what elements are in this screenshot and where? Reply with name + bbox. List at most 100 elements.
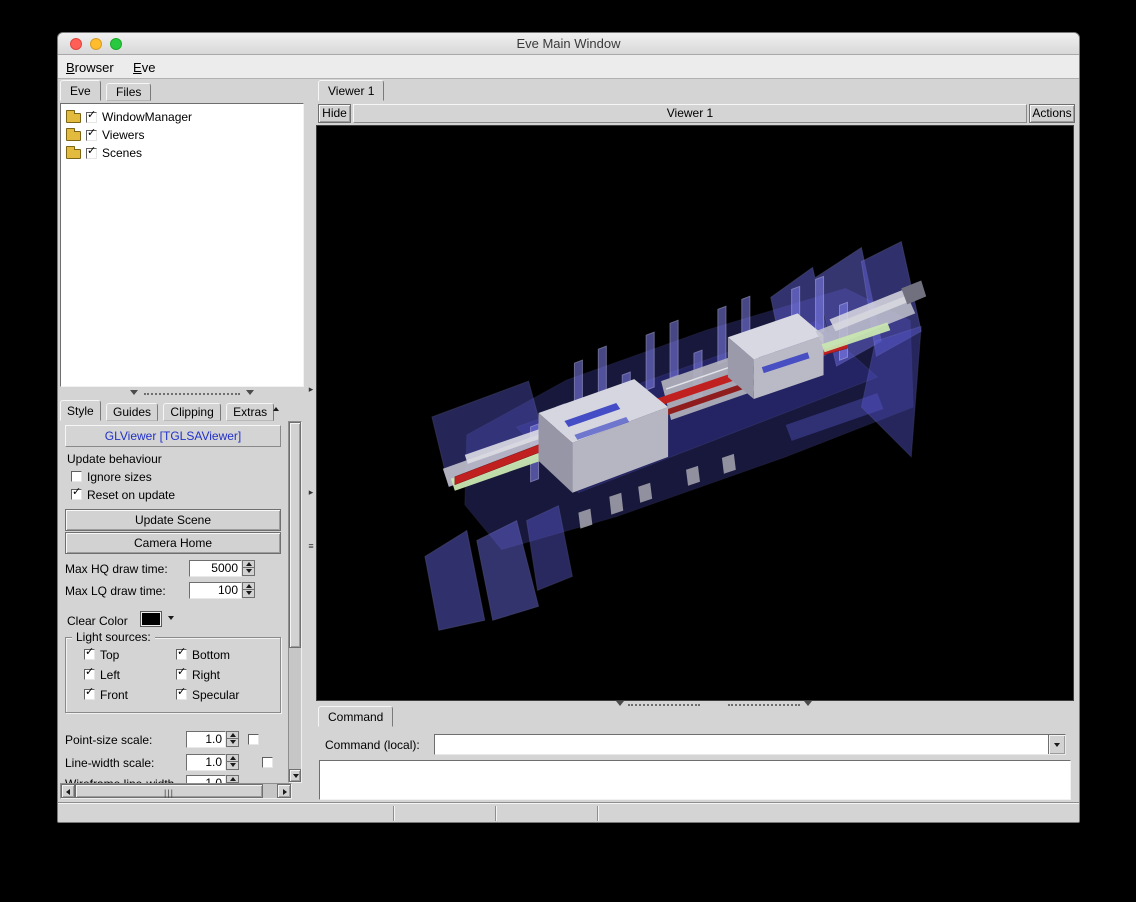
splitter-arrow-icon[interactable]: ▸ (306, 487, 316, 497)
tab-scroll-up-icon[interactable] (273, 407, 279, 411)
chevron-down-icon (246, 390, 254, 395)
scroll-right-button[interactable] (277, 784, 291, 798)
light-top-checkbox[interactable]: ✓ (84, 649, 95, 660)
line-width-checkbox[interactable] (262, 757, 273, 768)
reset-on-update-checkbox[interactable]: ✓ (71, 489, 82, 500)
command-output[interactable] (319, 760, 1071, 800)
spinner-down-button[interactable] (226, 761, 239, 770)
tree-item-checkbox[interactable]: ✓ (86, 130, 97, 141)
scroll-left-button[interactable] (61, 784, 75, 798)
check-icon: ✓ (87, 146, 96, 157)
command-label: Command (local): (325, 738, 420, 752)
folder-icon (66, 149, 81, 159)
scrollbar-thumb[interactable]: ||| (75, 784, 263, 798)
combobox-dropdown-button[interactable] (1048, 735, 1065, 754)
ignore-sizes-option[interactable]: Ignore sizes (71, 469, 152, 484)
window-titlebar[interactable]: Eve Main Window (58, 33, 1079, 55)
light-left-option[interactable]: ✓Left (84, 667, 120, 682)
spinner-up-icon (230, 756, 236, 760)
viewer-panel: Viewer 1 Hide Viewer 1 Actions (316, 79, 1079, 802)
spinner-up-icon (230, 733, 236, 737)
light-bottom-checkbox[interactable]: ✓ (176, 649, 187, 660)
ignore-sizes-checkbox[interactable] (71, 471, 82, 482)
minimize-button[interactable] (90, 38, 102, 50)
vertical-splitter[interactable]: ▸ ▸ ≡ (306, 79, 316, 802)
light-front-option[interactable]: ✓Front (84, 687, 128, 702)
tree-item-checkbox[interactable]: ✓ (86, 148, 97, 159)
command-combobox[interactable] (434, 734, 1066, 755)
tab-viewer-1[interactable]: Viewer 1 (318, 80, 384, 101)
desktop-background: { "window": { "title": "Eve Main Window"… (0, 0, 1136, 902)
check-icon: ✓ (177, 667, 186, 678)
dropdown-arrow-icon (168, 616, 174, 620)
light-right-checkbox[interactable]: ✓ (176, 669, 187, 680)
menu-browser[interactable]: Browser (58, 55, 122, 77)
check-icon: ✓ (85, 667, 94, 678)
spinner-down-button[interactable] (226, 738, 239, 747)
horizontal-scrollbar[interactable]: ||| (60, 783, 292, 799)
check-icon: ✓ (177, 687, 186, 698)
vertical-scrollbar[interactable] (288, 421, 302, 783)
close-button[interactable] (70, 38, 82, 50)
scroll-down-button[interactable] (289, 769, 301, 782)
status-separator (393, 806, 395, 821)
checkbox-label: Bottom (192, 648, 230, 662)
menu-eve[interactable]: Eve (125, 55, 163, 77)
tab-extras[interactable]: Extras (226, 403, 274, 421)
tab-command[interactable]: Command (318, 706, 393, 727)
max-lq-input[interactable]: 100 (189, 582, 242, 599)
point-size-checkbox[interactable] (248, 734, 259, 745)
dropdown-arrow-icon (1054, 743, 1060, 747)
tree-item-windowmanager[interactable]: ✓ WindowManager (63, 108, 301, 126)
tab-eve[interactable]: Eve (60, 80, 101, 101)
max-lq-spinner[interactable] (242, 582, 255, 599)
style-tabbar: Style Guides Clipping Extras (58, 399, 306, 421)
update-scene-button[interactable]: Update Scene (65, 509, 281, 531)
spinner-down-icon (230, 763, 236, 767)
splitter-grip-icon[interactable]: ≡ (306, 541, 316, 551)
command-panel: Command (local): (316, 728, 1079, 802)
tree-item-viewers[interactable]: ✓ Viewers (63, 126, 301, 144)
tab-style[interactable]: Style (60, 400, 101, 421)
tab-guides[interactable]: Guides (106, 403, 158, 421)
spinner-down-button[interactable] (242, 589, 255, 598)
gl-viewport[interactable] (316, 125, 1074, 701)
chevron-down-icon (130, 390, 138, 395)
light-top-option[interactable]: ✓Top (84, 647, 119, 662)
camera-home-button[interactable]: Camera Home (65, 532, 281, 554)
line-width-input[interactable]: 1.0 (186, 754, 226, 771)
tree-splitter[interactable] (58, 387, 306, 399)
left-tabbar: Eve Files (58, 79, 306, 103)
tree-item-scenes[interactable]: ✓ Scenes (63, 144, 301, 162)
max-hq-spinner[interactable] (242, 560, 255, 577)
point-size-input[interactable]: 1.0 (186, 731, 226, 748)
wireframe-spinner[interactable] (226, 775, 239, 783)
clear-color-swatch[interactable] (140, 611, 162, 627)
light-specular-option[interactable]: ✓Specular (176, 687, 239, 702)
splitter-arrow-icon[interactable]: ▸ (306, 384, 316, 394)
light-left-checkbox[interactable]: ✓ (84, 669, 95, 680)
light-right-option[interactable]: ✓Right (176, 667, 220, 682)
max-lq-label: Max LQ draw time: (65, 584, 166, 598)
light-front-checkbox[interactable]: ✓ (84, 689, 95, 700)
command-input[interactable] (436, 736, 1048, 753)
tab-files[interactable]: Files (106, 83, 151, 101)
check-icon: ✓ (87, 128, 96, 139)
tree-item-checkbox[interactable]: ✓ (86, 112, 97, 123)
line-width-spinner[interactable] (226, 754, 239, 771)
clear-color-dropdown[interactable] (165, 612, 179, 626)
wireframe-input[interactable]: 1.0 (186, 775, 226, 783)
actions-button[interactable]: Actions (1029, 104, 1075, 123)
scrollbar-thumb[interactable] (289, 422, 301, 648)
light-bottom-option[interactable]: ✓ Bottom (176, 647, 230, 662)
spinner-down-button[interactable] (242, 567, 255, 576)
light-specular-checkbox[interactable]: ✓ (176, 689, 187, 700)
tab-clipping[interactable]: Clipping (163, 403, 220, 421)
tab-label: Extras (233, 405, 267, 419)
point-size-spinner[interactable] (226, 731, 239, 748)
zoom-button[interactable] (110, 38, 122, 50)
viewer-tabbar: Viewer 1 (316, 79, 1079, 103)
reset-on-update-option[interactable]: ✓Reset on update (71, 487, 175, 502)
max-hq-input[interactable]: 5000 (189, 560, 242, 577)
hide-button[interactable]: Hide (318, 104, 351, 123)
